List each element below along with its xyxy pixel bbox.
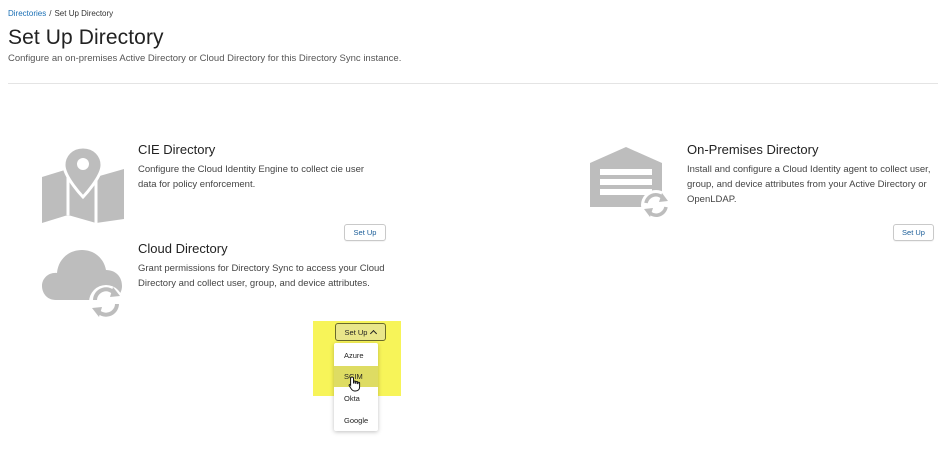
page-subtitle: Configure an on-premises Active Director…: [8, 53, 402, 64]
breadcrumb-separator: /: [49, 9, 52, 18]
cloud-sync-icon: [42, 250, 123, 319]
server-sync-icon: [590, 147, 671, 220]
cloud-setup-label: Set Up: [344, 327, 368, 337]
onprem-directory-title: On-Premises Directory: [687, 142, 819, 157]
cie-desc-line: data for policy enforcement.: [138, 179, 256, 190]
breadcrumb-link-directories[interactable]: Directories: [8, 9, 46, 18]
map-pin-icon: [42, 145, 124, 223]
cloud-setup-button[interactable]: Set Up: [335, 323, 386, 341]
onprem-desc-line: OpenLDAP.: [687, 194, 737, 205]
onprem-directory-description: Install and configure a Cloud Identity a…: [687, 162, 930, 207]
onprem-desc-line: Install and configure a Cloud Identity a…: [687, 164, 931, 175]
cloud-desc-line: Directory and collect user, group, and d…: [138, 278, 370, 289]
breadcrumb-current: Set Up Directory: [54, 9, 114, 18]
onprem-setup-button[interactable]: Set Up: [893, 224, 934, 241]
cie-setup-button[interactable]: Set Up: [344, 224, 386, 241]
onprem-desc-line: group, and device attributes from your A…: [687, 179, 927, 190]
hand-cursor-icon: [348, 376, 361, 392]
breadcrumb: Directories / Set Up Directory: [8, 9, 113, 18]
cie-desc-line: Configure the Cloud Identity Engine to c…: [138, 164, 365, 175]
page-title: Set Up Directory: [8, 26, 164, 49]
chevron-up-icon: [370, 329, 378, 338]
dropdown-item-google[interactable]: Google: [334, 410, 378, 431]
header-divider: [8, 83, 938, 84]
cie-directory-title: CIE Directory: [138, 142, 216, 157]
cloud-directory-title: Cloud Directory: [138, 241, 228, 256]
cloud-directory-description: Grant permissions for Directory Sync to …: [138, 261, 385, 291]
cie-directory-description: Configure the Cloud Identity Engine to c…: [138, 162, 364, 192]
cloud-desc-line: Grant permissions for Directory Sync to …: [138, 263, 385, 274]
dropdown-item-azure[interactable]: Azure: [334, 345, 378, 366]
